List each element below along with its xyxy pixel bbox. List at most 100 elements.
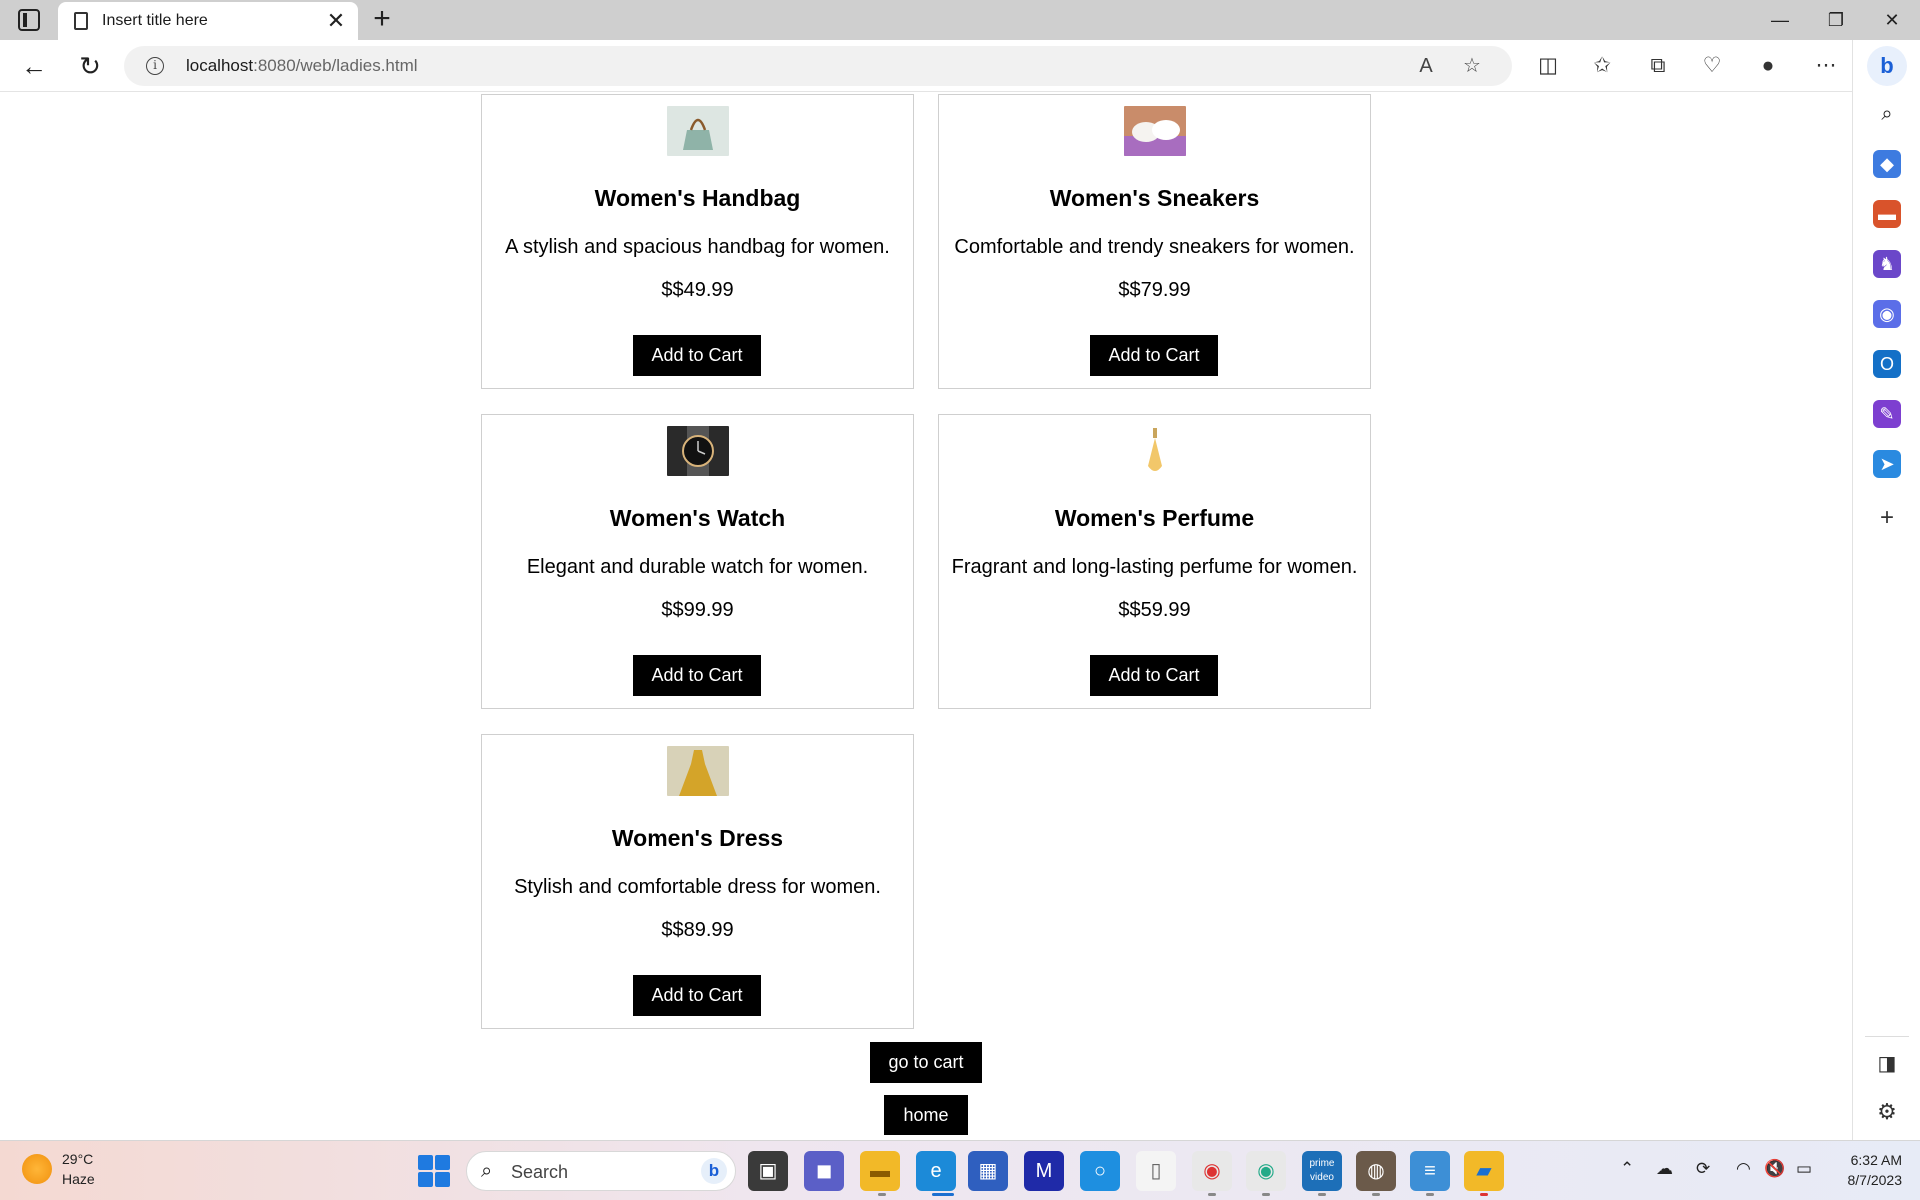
weather-condition: Haze	[62, 1171, 95, 1187]
task-view-icon[interactable]: ▣	[748, 1151, 788, 1191]
document-icon[interactable]: ▯	[1136, 1151, 1176, 1191]
page-icon	[74, 12, 88, 30]
page-content: Women's Handbag A stylish and spacious h…	[0, 92, 1852, 1140]
product-description: Elegant and durable watch for women.	[526, 556, 869, 578]
file-explorer-icon[interactable]: ▬	[860, 1151, 900, 1191]
add-to-cart-button[interactable]: Add to Cart	[633, 975, 761, 1016]
url-text[interactable]: localhost:8080/web/ladies.html	[186, 56, 418, 76]
chrome-icon[interactable]: ◉	[1192, 1151, 1232, 1191]
go-to-cart-button[interactable]: go to cart	[870, 1042, 982, 1083]
product-description: Stylish and comfortable dress for women.	[514, 876, 881, 898]
product-price: $$99.99	[661, 599, 734, 621]
folder-app-icon[interactable]: ▰	[1464, 1151, 1504, 1191]
prime-video-icon[interactable]: prime video	[1302, 1151, 1342, 1191]
add-to-cart-button[interactable]: Add to Cart	[633, 335, 761, 376]
add-to-cart-button[interactable]: Add to Cart	[1090, 655, 1218, 696]
split-screen-icon[interactable]: ◫	[1532, 50, 1564, 82]
clock-date: 8/7/2023	[1847, 1172, 1903, 1188]
shopping-icon[interactable]: ◆	[1873, 150, 1901, 178]
product-card: Women's Sneakers Comfortable and trendy …	[938, 94, 1371, 389]
send-icon[interactable]: ➤	[1873, 450, 1901, 478]
add-icon[interactable]: +	[1873, 504, 1901, 532]
hide-sidebar-icon[interactable]: ◨	[1873, 1050, 1901, 1078]
chrome-profile-icon[interactable]: ◉	[1246, 1151, 1286, 1191]
temperature: 29°C	[62, 1151, 94, 1167]
watch-image	[667, 426, 729, 476]
product-description: A stylish and spacious handbag for women…	[505, 236, 890, 258]
new-tab-button[interactable]: +	[366, 4, 398, 36]
perfume-image	[1124, 426, 1186, 476]
microsoft-store-icon[interactable]: ▦	[968, 1151, 1008, 1191]
product-card: Women's Dress Stylish and comfortable dr…	[481, 734, 914, 1029]
collections-icon[interactable]: ⧉	[1642, 50, 1674, 82]
add-to-cart-button[interactable]: Add to Cart	[633, 655, 761, 696]
sun-haze-icon	[22, 1154, 52, 1184]
app-icon[interactable]: M	[1024, 1151, 1064, 1191]
taskbar-search[interactable]: ⌕ Search b	[466, 1151, 736, 1191]
address-toolbar: ← ↻ i localhost:8080/web/ladies.html A ☆…	[0, 40, 1920, 92]
browser-essentials-icon[interactable]: ♡	[1696, 50, 1728, 82]
sidebar-divider	[1865, 1036, 1909, 1037]
cortana-icon[interactable]: ○	[1080, 1151, 1120, 1191]
designer-icon[interactable]: ✎	[1873, 400, 1901, 428]
bing-icon: b	[701, 1158, 727, 1184]
address-bar[interactable]: i localhost:8080/web/ladies.html A ☆	[124, 46, 1512, 86]
product-card: Women's Perfume Fragrant and long-lastin…	[938, 414, 1371, 709]
dress-image	[667, 746, 729, 796]
clock-time: 6:32 AM	[1850, 1152, 1902, 1168]
back-button[interactable]: ←	[16, 48, 52, 84]
close-window-button[interactable]: ✕	[1864, 0, 1920, 40]
wifi-icon[interactable]: ◠	[1736, 1159, 1751, 1179]
settings-gear-icon[interactable]: ⚙	[1873, 1098, 1901, 1126]
onedrive-cloud-icon[interactable]: ☁	[1656, 1159, 1673, 1179]
restore-button[interactable]: ❐	[1808, 0, 1864, 40]
product-price: $$79.99	[1118, 279, 1191, 301]
favorites-icon[interactable]: ✩	[1586, 50, 1618, 82]
product-card: Women's Watch Elegant and durable watch …	[481, 414, 914, 709]
weather-widget[interactable]: 29°C Haze	[22, 1149, 95, 1189]
edge-icon[interactable]: e	[916, 1151, 956, 1191]
edge-sidebar: b ⌕ ◆ ▬ ♞ ◉ O ✎ ➤ + ◨ ⚙	[1852, 40, 1920, 1140]
windows-taskbar: 29°C Haze ⌕ Search b ▣ ◼ ▬ e ▦ M ○ ▯ ◉ ◉…	[0, 1140, 1920, 1200]
add-to-cart-button[interactable]: Add to Cart	[1090, 335, 1218, 376]
windows-start-icon[interactable]	[418, 1155, 450, 1187]
product-card: Women's Handbag A stylish and spacious h…	[481, 94, 914, 389]
browser-tab-bar: Insert title here ✕ + — ❐ ✕	[0, 0, 1920, 40]
more-menu-icon[interactable]: ⋯	[1810, 50, 1842, 82]
tab-actions-icon[interactable]	[18, 9, 40, 31]
outlook-icon[interactable]: O	[1873, 350, 1901, 378]
notepad-icon[interactable]: ≡	[1410, 1151, 1450, 1191]
tools-icon[interactable]: ▬	[1873, 200, 1901, 228]
close-tab-icon[interactable]: ✕	[322, 7, 350, 35]
bing-copilot-icon[interactable]: b	[1867, 46, 1907, 86]
search-icon[interactable]: ⌕	[1873, 100, 1901, 128]
product-name: Women's Dress	[611, 825, 784, 851]
games-icon[interactable]: ♞	[1873, 250, 1901, 278]
minimize-button[interactable]: —	[1752, 0, 1808, 40]
browser-tab[interactable]: Insert title here ✕	[58, 2, 358, 40]
game-app-icon[interactable]: ◍	[1356, 1151, 1396, 1191]
window-controls: — ❐ ✕	[1752, 0, 1920, 40]
search-placeholder: Search	[511, 1162, 569, 1182]
favorite-star-icon[interactable]: ☆	[1460, 54, 1484, 78]
teams-chat-icon[interactable]: ◼	[804, 1151, 844, 1191]
product-name: Women's Sneakers	[1049, 185, 1260, 211]
product-name: Women's Handbag	[594, 185, 801, 211]
search-glass-icon: ⌕	[481, 1160, 493, 1182]
product-price: $$89.99	[661, 919, 734, 941]
profile-icon[interactable]: ●	[1752, 50, 1784, 82]
sync-icon[interactable]: ⟳	[1696, 1159, 1710, 1179]
refresh-button[interactable]: ↻	[72, 48, 108, 84]
chevron-up-icon[interactable]: ⌃	[1620, 1159, 1634, 1179]
volume-muted-icon[interactable]: 🔇	[1764, 1159, 1785, 1179]
site-info-icon[interactable]: i	[146, 57, 164, 75]
battery-icon[interactable]: ▭	[1796, 1159, 1812, 1179]
product-name: Women's Perfume	[1054, 505, 1255, 531]
home-button[interactable]: home	[884, 1095, 968, 1135]
system-clock[interactable]: 6:32 AM 8/7/2023	[1848, 1150, 1903, 1190]
microsoft-365-icon[interactable]: ◉	[1873, 300, 1901, 328]
sneakers-image	[1124, 106, 1186, 156]
product-description: Fragrant and long-lasting perfume for wo…	[951, 556, 1358, 578]
product-price: $$49.99	[661, 279, 734, 301]
read-aloud-icon[interactable]: A	[1414, 54, 1438, 78]
